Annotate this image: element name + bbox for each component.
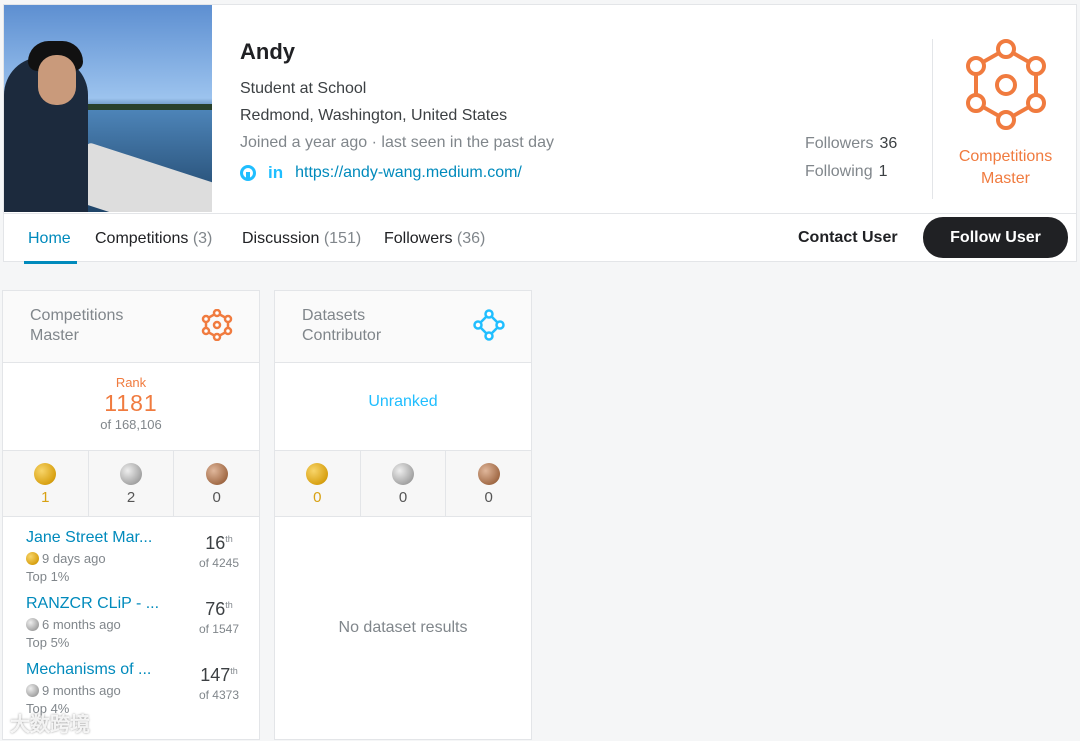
- rank-value: 1181: [104, 390, 158, 416]
- competitions-master-icon: [965, 39, 1046, 130]
- list-item[interactable]: RANZCR CLiP - ... 6 months ago Top 5% 76…: [3, 583, 259, 650]
- competitions-card: Competitions Master Rank 1181 of 168,106 …: [2, 290, 260, 740]
- watermark: 大数跨境: [10, 714, 90, 736]
- bronze-medal-icon: [205, 463, 228, 485]
- gold-medal-icon: [34, 463, 57, 485]
- follow-user-button[interactable]: Follow User: [923, 217, 1068, 258]
- bronze-medals: 0: [174, 451, 259, 516]
- followers-count[interactable]: Followers 36: [805, 135, 897, 153]
- profile-name: Andy: [240, 39, 295, 64]
- rank-area: Unranked: [275, 363, 531, 451]
- contact-user-button[interactable]: Contact User: [798, 229, 898, 247]
- silver-medals: 0: [361, 451, 447, 516]
- medal-counts: 1 2 0: [3, 451, 259, 517]
- bronze-medal-icon: [477, 463, 500, 485]
- empty-state: No dataset results: [338, 619, 468, 636]
- active-tab-indicator: [24, 261, 77, 264]
- profile-occupation: Student at School: [240, 80, 367, 97]
- linkedin-icon[interactable]: in: [268, 163, 283, 183]
- datasets-icon: [473, 309, 505, 341]
- gold-medals: 1: [3, 451, 89, 516]
- gold-medal-icon: [306, 463, 329, 485]
- tab-home[interactable]: Home: [28, 230, 71, 248]
- card-title: Datasets Contributor: [302, 307, 382, 344]
- profile-photo: [4, 5, 212, 212]
- profile-location: Redmond, Washington, United States: [240, 107, 508, 124]
- github-icon[interactable]: [240, 165, 256, 181]
- list-item[interactable]: Jane Street Mar... 9 days ago Top 1% 16t…: [3, 517, 259, 584]
- silver-medal-icon: [26, 684, 39, 697]
- list-item[interactable]: Mechanisms of ... 9 months ago Top 4% 14…: [3, 649, 259, 716]
- tier-label: Competitions Master: [958, 148, 1053, 187]
- rank-status: Unranked: [368, 393, 438, 410]
- medal-counts: 0 0 0: [275, 451, 531, 517]
- rank-label: Rank: [115, 375, 147, 390]
- gold-medal-icon: [26, 552, 39, 565]
- rank-total: of 168,106: [100, 417, 162, 432]
- website-link[interactable]: https://andy-wang.medium.com/: [295, 164, 522, 182]
- bronze-medals: 0: [446, 451, 531, 516]
- profile-header: Andy Student at School Redmond, Washingt…: [3, 4, 1078, 264]
- competitions-icon: [201, 309, 233, 341]
- datasets-card: Datasets Contributor Unranked 0 0 0 No da…: [274, 290, 532, 740]
- silver-medal-icon: [392, 463, 414, 485]
- card-title: Competitions Master: [30, 307, 124, 344]
- silver-medal-icon: [120, 463, 142, 485]
- tier-badge: Competitions Master: [932, 39, 1078, 199]
- profile-links: in https://andy-wang.medium.com/: [240, 163, 522, 183]
- tab-discussion[interactable]: Discussion (151): [242, 230, 361, 248]
- tab-followers[interactable]: Followers (36): [384, 230, 485, 248]
- following-count[interactable]: Following 1: [805, 163, 888, 181]
- rank-area: Rank 1181 of 168,106: [3, 363, 259, 451]
- tab-competitions[interactable]: Competitions (3): [95, 230, 212, 248]
- silver-medals: 2: [89, 451, 175, 516]
- profile-joined: Joined a year ago · last seen in the pas…: [240, 134, 554, 151]
- silver-medal-icon: [26, 618, 39, 631]
- profile-tabs: Home Competitions (3) Discussion (151) F…: [4, 213, 1076, 264]
- gold-medals: 0: [275, 451, 361, 516]
